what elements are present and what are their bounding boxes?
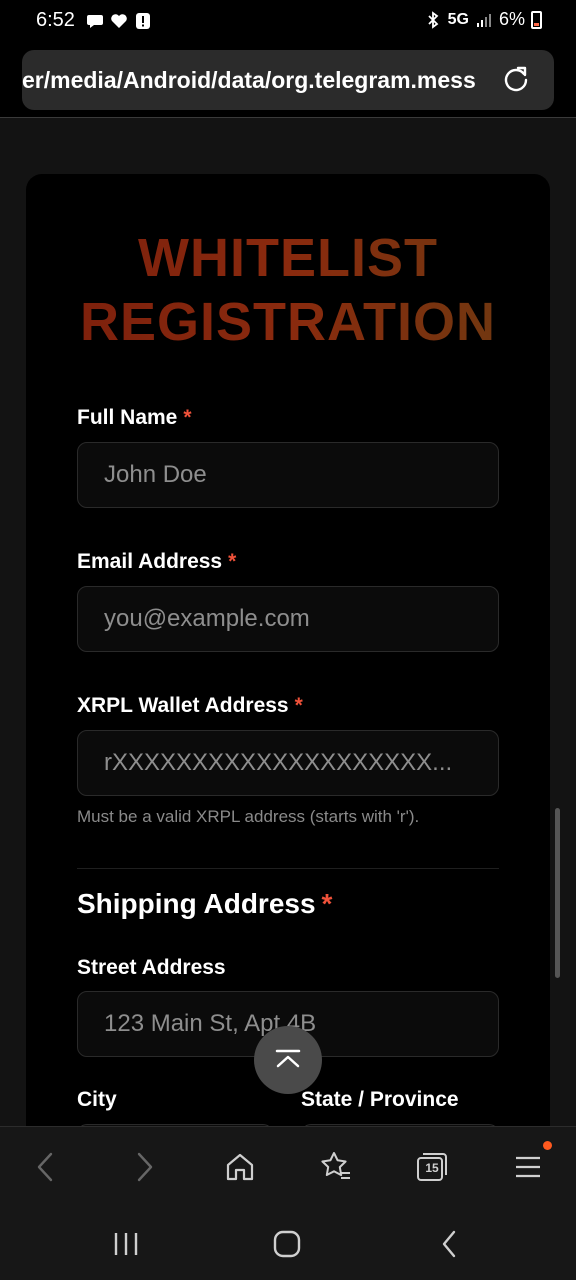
home-nav-button[interactable]	[267, 1228, 307, 1260]
page-scrollbar[interactable]	[555, 808, 560, 978]
email-input[interactable]	[77, 586, 499, 652]
city-label: City	[77, 1088, 117, 1111]
home-nav-icon	[273, 1230, 301, 1258]
recent-apps-button[interactable]	[106, 1228, 146, 1260]
title-line-1: WHITELIST	[138, 228, 438, 288]
url-bar[interactable]: er/media/Android/data/org.telegram.mess	[22, 50, 554, 110]
reload-icon[interactable]	[500, 64, 532, 96]
page-title: WHITELIST REGISTRATION	[26, 226, 550, 354]
chevron-right-icon	[137, 1152, 153, 1182]
recent-apps-icon	[114, 1233, 138, 1255]
menu-icon	[516, 1156, 540, 1178]
menu-button[interactable]	[508, 1147, 548, 1187]
tabs-button[interactable]: 15	[412, 1147, 452, 1187]
title-line-2: REGISTRATION	[80, 292, 496, 352]
notification-icons	[86, 12, 152, 30]
battery-percent: 6%	[498, 9, 525, 29]
url-text[interactable]: er/media/Android/data/org.telegram.mess	[22, 67, 492, 94]
heart-icon	[111, 14, 127, 28]
signal-icon	[476, 13, 491, 27]
bookmarks-button[interactable]	[316, 1147, 356, 1187]
home-icon	[226, 1153, 254, 1181]
wallet-input[interactable]	[77, 730, 499, 796]
web-page: WHITELIST REGISTRATION Full Name* Email …	[0, 118, 576, 1126]
required-mark: *	[321, 888, 333, 919]
email-label: Email Address *	[77, 550, 237, 573]
scroll-to-top-button[interactable]	[254, 1026, 322, 1094]
required-mark: *	[294, 694, 303, 717]
required-mark: *	[183, 406, 192, 429]
chat-bubble-icon	[87, 15, 103, 28]
status-bar: 6:52 5G 6%	[0, 0, 576, 44]
section-divider	[77, 868, 499, 869]
registration-card: WHITELIST REGISTRATION Full Name* Email …	[26, 174, 550, 1126]
bluetooth-icon	[428, 10, 439, 29]
required-mark: *	[228, 550, 237, 573]
tab-count: 15	[425, 1161, 439, 1175]
browser-toolbar: 15	[0, 1126, 576, 1206]
battery-icon	[531, 10, 542, 29]
network-type: 5G	[447, 10, 469, 28]
chevron-up-icon	[275, 1049, 301, 1068]
back-button[interactable]	[26, 1147, 66, 1187]
wallet-hint: Must be a valid XRPL address (starts wit…	[77, 807, 420, 826]
system-status: 5G 6%	[424, 9, 542, 30]
back-nav-icon	[442, 1230, 456, 1258]
system-navigation-bar	[0, 1206, 576, 1280]
full-name-input[interactable]	[77, 442, 499, 508]
chevron-left-icon	[37, 1152, 53, 1182]
state-label: State / Province	[301, 1088, 459, 1111]
home-button[interactable]	[220, 1147, 260, 1187]
forward-button[interactable]	[124, 1147, 164, 1187]
wallet-label: XRPL Wallet Address *	[77, 694, 303, 717]
alert-icon	[136, 13, 150, 29]
notification-dot	[543, 1141, 552, 1150]
full-name-label: Full Name *	[77, 406, 192, 429]
status-time: 6:52	[36, 9, 75, 31]
back-nav-button[interactable]	[430, 1228, 470, 1260]
star-list-icon	[321, 1152, 350, 1179]
shipping-section-title: Shipping Address *	[77, 888, 333, 919]
street-label: Street Address	[77, 956, 226, 979]
